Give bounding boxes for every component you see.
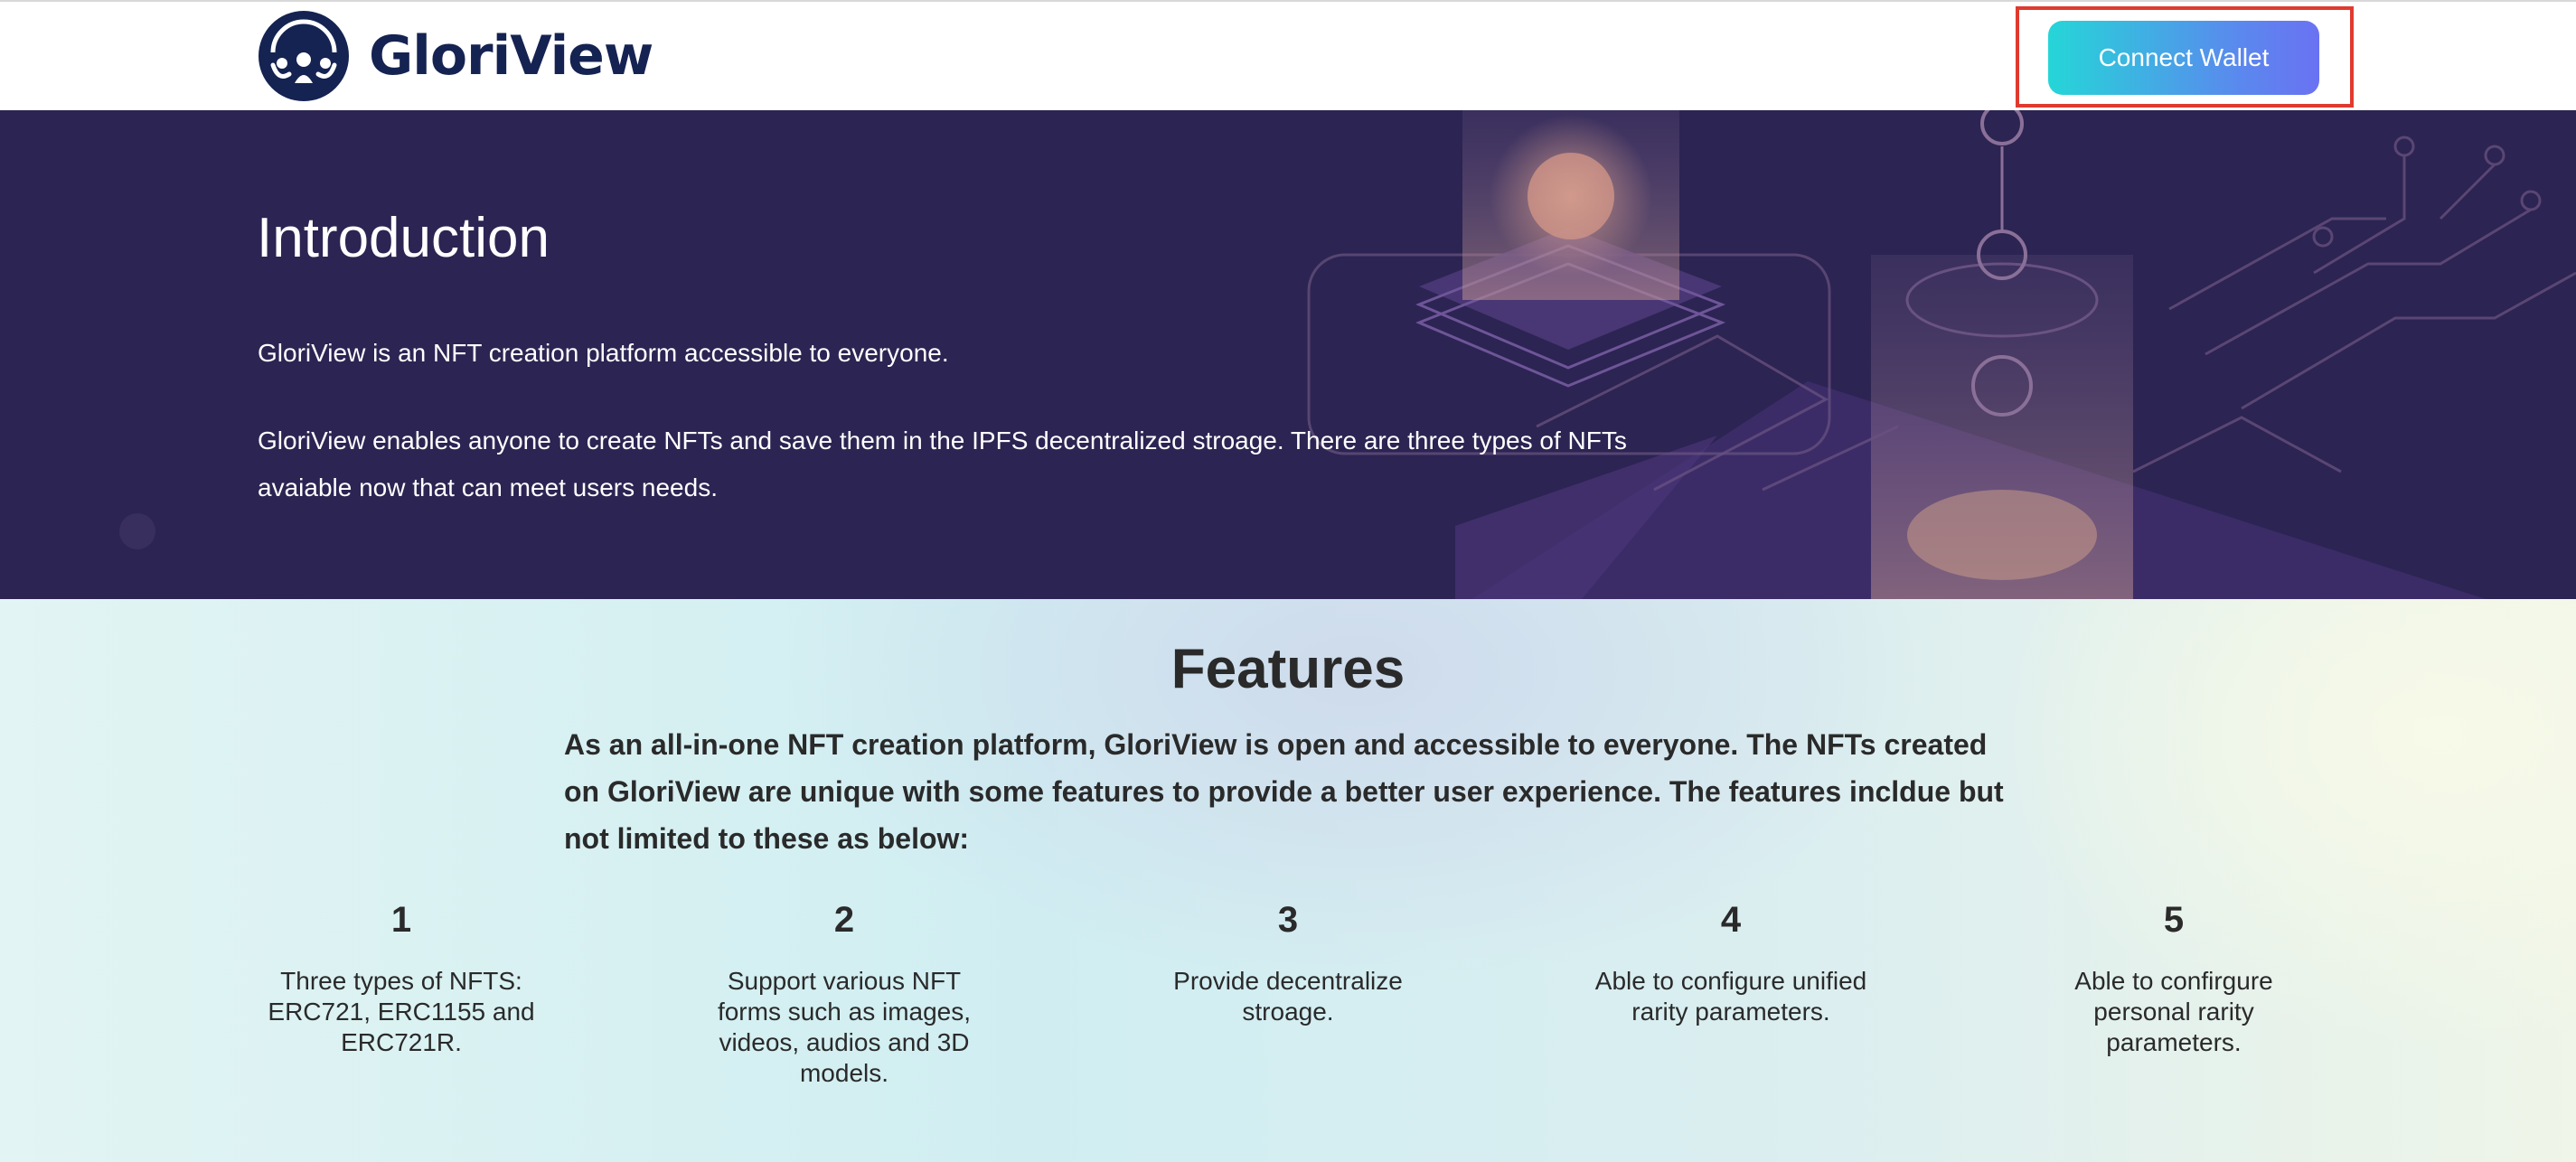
feature-item-2: 2 Support various NFT forms such as imag… [700,897,989,1089]
feature-number: 2 [833,900,855,940]
brand-name: GloriView [369,24,653,88]
brand-logo[interactable]: GloriView [257,9,653,103]
introduction-paragraph-1: GloriView is an NFT creation platform ac… [258,339,949,367]
feature-number: 1 [390,900,412,940]
features-intro: As an all-in-one NFT creation platform, … [564,728,2004,855]
introduction-paragraph-2: GloriView enables anyone to create NFTs … [258,426,1627,501]
introduction-section: Introduction GloriView is an NFT creatio… [0,110,2576,599]
feature-number: 3 [1277,900,1299,940]
top-header: GloriView Connect Wallet [0,0,2576,110]
feature-description: Provide decentralize stroage. [1173,967,1403,1026]
feature-item-4: 4 Able to configure unified rarity param… [1586,897,1876,1027]
introduction-title: Introduction [257,207,550,269]
people-circle-logo-icon [259,11,349,101]
connect-wallet-button[interactable]: Connect Wallet [2048,21,2319,95]
feature-item-5: 5 Able to confirgure personal rarity par… [2029,897,2318,1058]
feature-description: Support various NFT forms such as images… [717,967,972,1087]
feature-item-3: 3 Provide decentralize stroage. [1143,897,1433,1027]
feature-description: Able to confirgure personal rarity param… [2074,967,2273,1056]
features-section: Features As an all-in-one NFT creation p… [0,599,2576,1162]
feature-description: Three types of NFTS: ERC721, ERC1155 and… [268,967,535,1056]
feature-number: 4 [1720,900,1742,940]
features-title: Features [1170,638,1406,700]
feature-item-1: 1 Three types of NFTS: ERC721, ERC1155 a… [257,897,546,1058]
feature-description: Able to configure unified rarity paramet… [1594,967,1867,1026]
feature-number: 5 [2163,900,2185,940]
